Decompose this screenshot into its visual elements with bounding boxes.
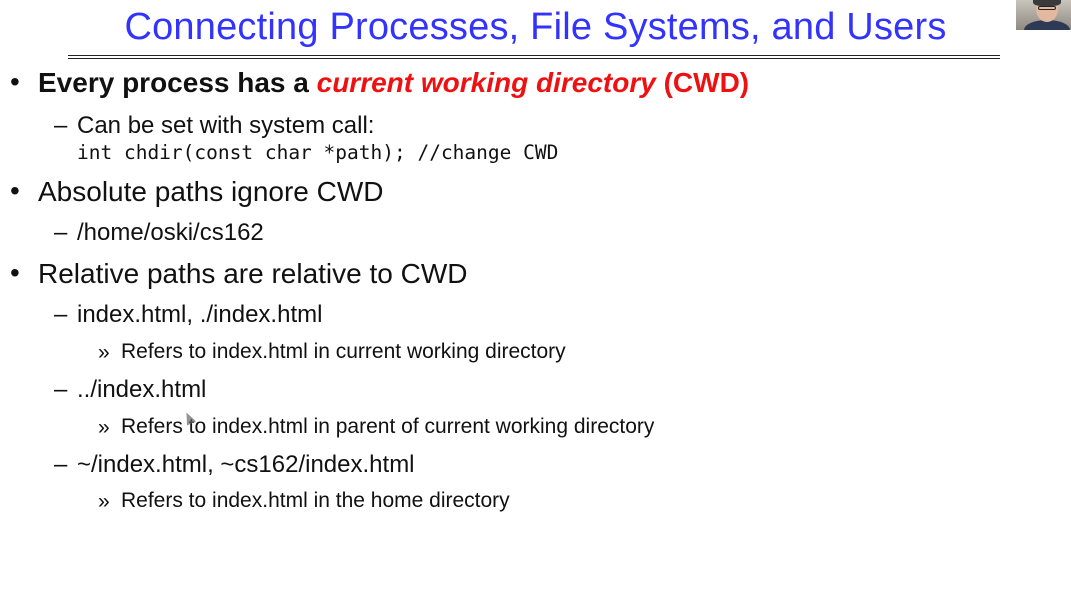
bullet-3-sub-2-detail-marker: » xyxy=(98,416,110,439)
bullet-1-text-after: (CWD) xyxy=(655,67,750,98)
bullet-3-sub-2: – xyxy=(54,376,67,404)
bullet-2-text: Absolute paths ignore CWD xyxy=(38,176,384,207)
bullet-2: • xyxy=(10,175,20,207)
bullet-1-emphasis: current working directory xyxy=(316,67,656,98)
bullet-3-sub-3-detail: Refers to index.html in the home directo… xyxy=(121,489,510,512)
dash-marker: – xyxy=(54,451,68,478)
bullet-3-sub-3: – xyxy=(54,451,67,479)
bullet-3: • xyxy=(10,257,20,289)
bullet-3-sub-1: – xyxy=(54,301,67,329)
bullet-1-text-before: Every process has a xyxy=(38,67,317,98)
bullet-2-sub-1-text: /home/oski/cs162 xyxy=(77,219,264,246)
title-underline xyxy=(68,55,1000,59)
bullet-3-sub-2-text: ../index.html xyxy=(77,376,207,403)
presenter-webcam-thumbnail xyxy=(1016,0,1071,30)
slide-title: Connecting Processes, File Systems, and … xyxy=(124,6,947,48)
bullet-1-sub-1-text: Can be set with system call: xyxy=(77,112,375,139)
dash-marker: – xyxy=(54,112,68,139)
bullet-marker: • xyxy=(10,257,20,288)
bullet-marker: • xyxy=(10,66,20,97)
chdir-code-snippet: int chdir(const char *path); //change CW… xyxy=(77,141,559,164)
bullet-2-sub-1: – xyxy=(54,219,67,247)
bullet-3-sub-3-detail-marker: » xyxy=(98,490,110,513)
dash-marker: – xyxy=(54,301,68,328)
dash-marker: – xyxy=(54,219,68,246)
bullet-1: • xyxy=(10,66,20,98)
presenter-glasses xyxy=(1038,6,1056,10)
bullet-3-sub-1-detail: Refers to index.html in current working … xyxy=(121,340,566,363)
bullet-3-sub-1-text: index.html, ./index.html xyxy=(77,301,323,328)
bullet-1-text: Every process has a current working dire… xyxy=(38,67,749,99)
bullet-3-text: Relative paths are relative to CWD xyxy=(38,258,468,289)
bullet-1-sub-1: – xyxy=(54,112,67,140)
dash-marker: – xyxy=(54,376,68,403)
bullet-marker: • xyxy=(10,175,20,206)
bullet-3-sub-2-detail: Refers to index.html in parent of curren… xyxy=(121,415,655,438)
bullet-3-sub-1-detail-marker: » xyxy=(98,341,110,364)
bullet-3-sub-3-text: ~/index.html, ~cs162/index.html xyxy=(77,451,415,478)
